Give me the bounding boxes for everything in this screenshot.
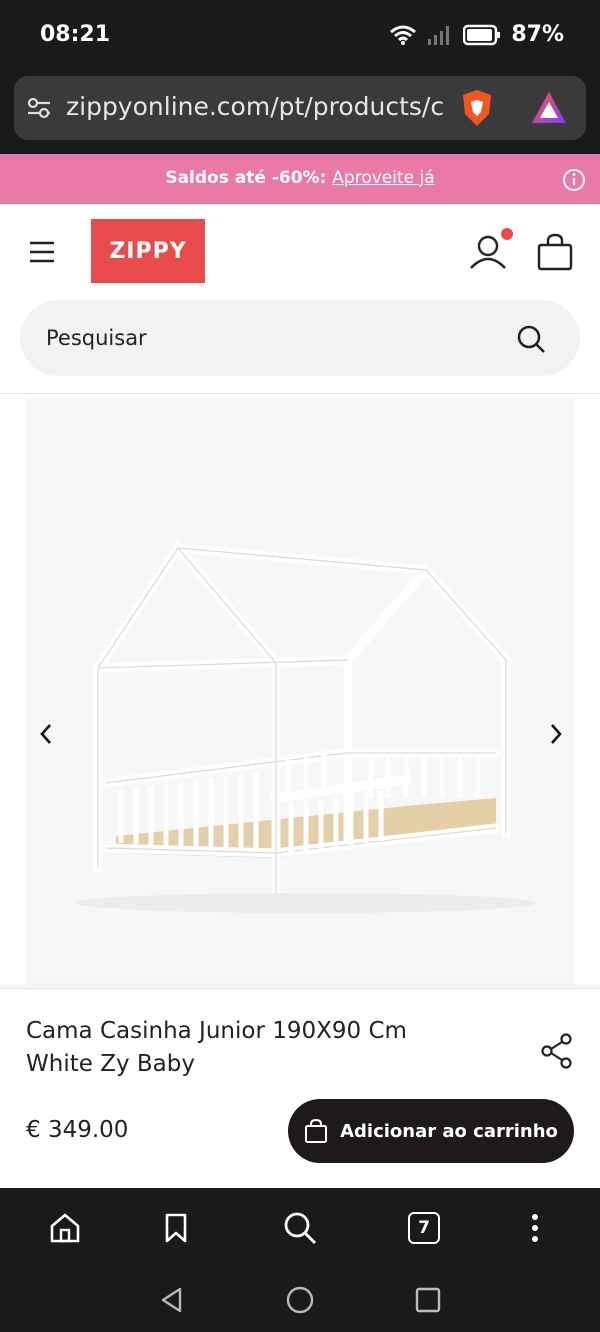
brave-rewards-icon[interactable] bbox=[530, 90, 568, 126]
page-content: ZIPPY Pesquisar Cama Casinha Junior 190X… bbox=[0, 204, 600, 1188]
search-icon bbox=[284, 1212, 317, 1245]
cart-button[interactable] bbox=[536, 232, 574, 272]
browser-toolbar: zippyonline.com/pt/products/c bbox=[0, 72, 600, 154]
wifi-icon bbox=[390, 25, 417, 45]
home-button[interactable] bbox=[45, 1208, 85, 1248]
add-to-cart-button[interactable]: Adicionar ao carrinho bbox=[288, 1099, 574, 1163]
shopping-bag-icon bbox=[305, 1118, 328, 1143]
site-header: ZIPPY bbox=[0, 204, 600, 300]
brave-shields-icon[interactable] bbox=[459, 88, 495, 128]
status-icons: 87% bbox=[389, 22, 564, 47]
search-button[interactable] bbox=[280, 1208, 320, 1248]
home-icon bbox=[50, 1213, 80, 1243]
home-circle-icon[interactable] bbox=[285, 1285, 315, 1315]
add-to-cart-label: Adicionar ao carrinho bbox=[340, 1120, 558, 1142]
tabs-button[interactable]: 7 bbox=[404, 1208, 444, 1248]
user-icon bbox=[470, 228, 513, 269]
more-vertical-icon bbox=[532, 1214, 538, 1242]
logo-text: ZIPPY bbox=[109, 238, 187, 264]
search-placeholder: Pesquisar bbox=[46, 326, 147, 350]
account-button[interactable] bbox=[466, 226, 514, 274]
back-icon[interactable] bbox=[158, 1286, 186, 1314]
product-image bbox=[76, 540, 536, 913]
site-settings-icon[interactable] bbox=[26, 96, 52, 120]
share-icon[interactable] bbox=[540, 1033, 574, 1069]
info-icon[interactable] bbox=[562, 168, 586, 192]
bookmark-icon bbox=[165, 1213, 187, 1243]
zippy-logo[interactable]: ZIPPY bbox=[91, 219, 205, 283]
promo-banner: Saldos até -60%: Aproveite já bbox=[0, 154, 600, 204]
bookmarks-button[interactable] bbox=[156, 1208, 196, 1248]
search-input[interactable]: Pesquisar bbox=[20, 300, 580, 376]
signal-icon bbox=[428, 25, 450, 45]
tab-count: 7 bbox=[408, 1212, 440, 1244]
product-title: Cama Casinha Junior 190X90 Cm White Zy B… bbox=[26, 1018, 407, 1077]
search-icon[interactable] bbox=[516, 324, 546, 354]
system-nav-bar bbox=[0, 1268, 600, 1332]
header-divider bbox=[0, 393, 600, 394]
previous-image-arrow-icon[interactable] bbox=[38, 722, 54, 746]
promo-text: Saldos até -60%: bbox=[165, 168, 327, 188]
status-time: 08:21 bbox=[40, 22, 111, 47]
browser-bottom-nav: 7 bbox=[0, 1188, 600, 1268]
product-price: € 349.00 bbox=[26, 1117, 129, 1143]
more-menu-button[interactable] bbox=[515, 1208, 555, 1248]
address-bar[interactable]: zippyonline.com/pt/products/c bbox=[14, 76, 586, 140]
status-bar: 08:21 87% bbox=[0, 0, 600, 72]
recents-icon[interactable] bbox=[414, 1286, 442, 1314]
product-info-panel: Cama Casinha Junior 190X90 Cm White Zy B… bbox=[0, 988, 600, 1188]
next-image-arrow-icon[interactable] bbox=[548, 722, 564, 746]
product-image-carousel[interactable] bbox=[26, 398, 575, 986]
battery-icon bbox=[463, 24, 501, 45]
url-text[interactable]: zippyonline.com/pt/products/c bbox=[66, 92, 446, 121]
promo-link[interactable]: Aproveite já bbox=[332, 168, 434, 188]
menu-icon[interactable] bbox=[28, 240, 56, 264]
shopping-bag-icon bbox=[537, 233, 573, 271]
battery-level: 87% bbox=[511, 22, 564, 47]
